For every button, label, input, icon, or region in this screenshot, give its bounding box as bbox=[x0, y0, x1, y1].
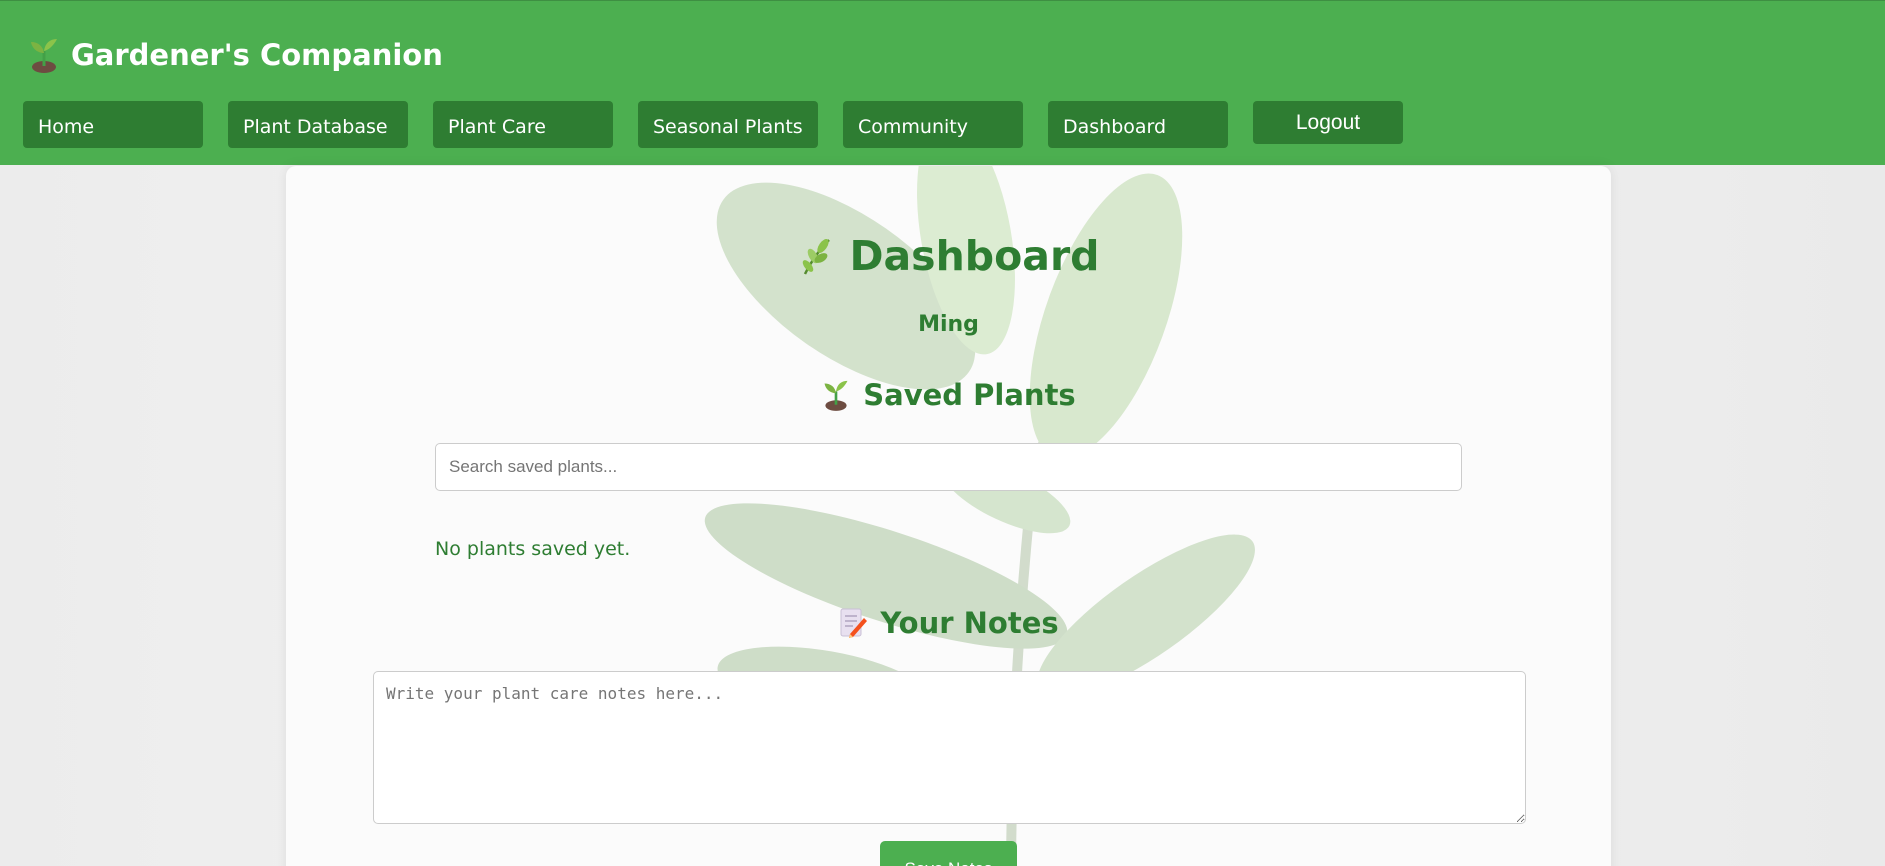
notes-title: Your Notes bbox=[880, 606, 1059, 640]
dashboard-content: Dashboard Ming Saved Plants No plants sa… bbox=[286, 166, 1611, 866]
notes-textarea[interactable] bbox=[373, 671, 1526, 824]
seedling-icon bbox=[824, 380, 848, 411]
logout-button[interactable]: Logout bbox=[1253, 101, 1403, 144]
nav-seasonal-plants[interactable]: Seasonal Plants bbox=[638, 101, 818, 148]
no-plants-message: No plants saved yet. bbox=[435, 538, 631, 560]
nav-dashboard[interactable]: Dashboard bbox=[1048, 101, 1228, 148]
top-header: Gardener's Companion Home Plant Database… bbox=[0, 0, 1885, 165]
memo-icon bbox=[840, 608, 868, 638]
brand[interactable]: Gardener's Companion bbox=[27, 37, 443, 73]
nav-plant-care[interactable]: Plant Care bbox=[433, 101, 613, 148]
main-nav: Home Plant Database Plant Care Seasonal … bbox=[23, 101, 1403, 148]
brand-title: Gardener's Companion bbox=[71, 38, 443, 72]
nav-plant-database[interactable]: Plant Database bbox=[228, 101, 408, 148]
dashboard-title-text: Dashboard bbox=[849, 232, 1100, 280]
nav-community[interactable]: Community bbox=[843, 101, 1023, 148]
herb-icon bbox=[803, 239, 831, 275]
seedling-icon bbox=[31, 39, 57, 73]
search-saved-plants-input[interactable] bbox=[435, 443, 1462, 491]
saved-plants-title: Saved Plants bbox=[863, 378, 1076, 412]
notes-heading: Your Notes bbox=[286, 606, 1611, 640]
saved-plants-heading: Saved Plants bbox=[286, 378, 1611, 412]
save-notes-button[interactable]: Save Notes bbox=[880, 841, 1017, 866]
dashboard-card: Dashboard Ming Saved Plants No plants sa… bbox=[286, 166, 1611, 866]
page-title: Dashboard bbox=[286, 232, 1611, 280]
nav-home[interactable]: Home bbox=[23, 101, 203, 148]
username: Ming bbox=[918, 312, 979, 337]
